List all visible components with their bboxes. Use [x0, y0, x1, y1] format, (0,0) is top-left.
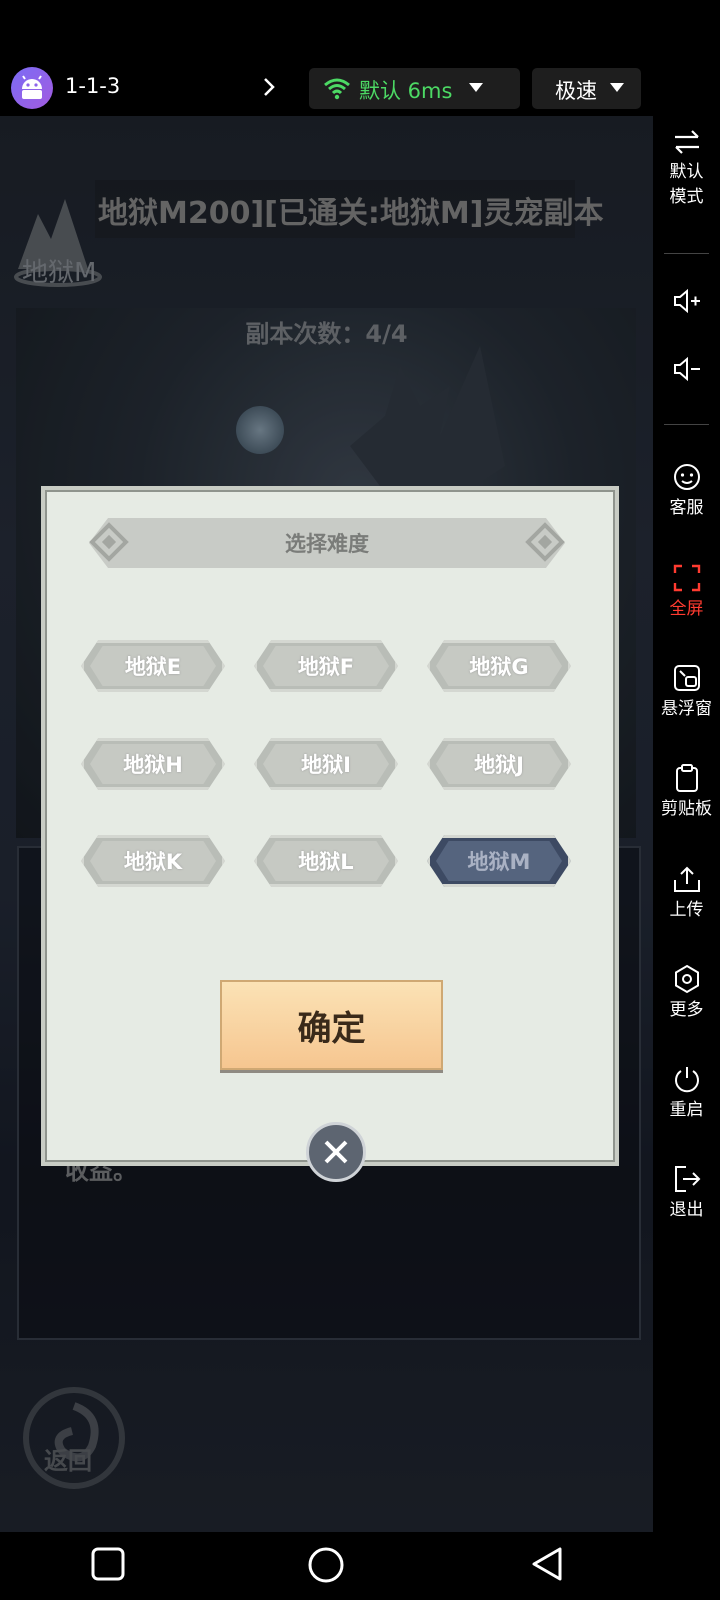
sidebar-item-float-window[interactable]: 悬浮窗: [653, 663, 720, 722]
close-icon: [324, 1140, 348, 1164]
modal-title: 选择难度: [285, 532, 369, 556]
upload-icon: [673, 866, 700, 892]
top-status-bar: 1-1-3 默认 6ms 极速: [0, 0, 720, 116]
sidebar-item-volume-down[interactable]: [653, 356, 720, 386]
float-window-icon: [673, 665, 700, 691]
difficulty-button-e[interactable]: 地狱E: [81, 640, 225, 692]
difficulty-button-i[interactable]: 地狱I: [254, 738, 398, 790]
sidebar-item-volume-up[interactable]: [653, 288, 720, 318]
network-selector[interactable]: 默认 6ms: [309, 68, 520, 109]
chevron-right-icon[interactable]: [262, 76, 276, 98]
caret-down-icon: [610, 83, 624, 92]
network-label: 默认 6ms: [359, 79, 453, 103]
wifi-icon: [324, 78, 350, 100]
sidebar-item-upload[interactable]: 上传: [653, 864, 720, 923]
swap-icon: [674, 130, 699, 154]
close-modal-button[interactable]: [306, 1122, 366, 1182]
difficulty-modal: 选择难度 地狱E 地狱F 地狱G 地狱H 地狱I 地狱J 地狱K 地狱L 地狱M…: [41, 486, 619, 1166]
sidebar-item-restart[interactable]: 重启: [653, 1064, 720, 1123]
fullscreen-icon: [673, 564, 700, 592]
more-icon: [674, 964, 699, 994]
sidebar-item-label: 剪贴板: [661, 799, 712, 819]
power-icon: [674, 1067, 699, 1093]
system-nav-bar: [0, 1532, 720, 1600]
sidebar-item-label: 默认 模式: [669, 162, 704, 207]
sidebar-item-fullscreen[interactable]: 全屏: [653, 563, 720, 622]
volume-up-icon: [673, 288, 700, 314]
home-icon[interactable]: [307, 1546, 345, 1584]
device-id-label[interactable]: 1-1-3: [65, 74, 120, 98]
confirm-button[interactable]: 确定: [220, 980, 443, 1070]
difficulty-button-h[interactable]: 地狱H: [81, 738, 225, 790]
android-avatar-icon[interactable]: [11, 67, 53, 109]
speed-selector[interactable]: 极速: [532, 68, 641, 109]
sidebar-item-label: 客服: [669, 498, 704, 518]
support-icon: [673, 464, 700, 490]
difficulty-button-l[interactable]: 地狱L: [254, 835, 398, 887]
sidebar-item-label: 悬浮窗: [661, 699, 712, 719]
sidebar-item-mode[interactable]: 默认 模式: [653, 128, 720, 210]
caret-down-icon: [469, 83, 483, 92]
sidebar-item-label: 全屏: [669, 599, 704, 619]
divider: [664, 253, 709, 254]
sidebar-item-clipboard[interactable]: 剪贴板: [653, 763, 720, 822]
recents-icon[interactable]: [90, 1546, 126, 1582]
speed-label: 极速: [555, 79, 597, 103]
difficulty-button-j[interactable]: 地狱J: [427, 738, 571, 790]
difficulty-button-f[interactable]: 地狱F: [254, 640, 398, 692]
back-icon[interactable]: [530, 1546, 564, 1582]
sidebar-item-label: 重启: [669, 1100, 704, 1120]
sidebar-item-label: 上传: [669, 900, 704, 920]
clipboard-icon: [675, 764, 698, 792]
divider: [664, 424, 709, 425]
sidebar-item-more[interactable]: 更多: [653, 964, 720, 1023]
control-sidebar: 默认 模式 客服 全屏 悬浮窗 剪贴板 上传 更多 重启 退出: [653, 116, 720, 1532]
exit-icon: [674, 1166, 700, 1192]
difficulty-button-k[interactable]: 地狱K: [81, 835, 225, 887]
difficulty-button-g[interactable]: 地狱G: [427, 640, 571, 692]
sidebar-item-exit[interactable]: 退出: [653, 1164, 720, 1223]
game-screen[interactable]: 地狱M 地狱M200][已通关:地狱M]灵宠副本 副本次数：4/4 收益。 返回…: [0, 116, 653, 1532]
difficulty-button-m[interactable]: 地狱M: [427, 835, 571, 887]
volume-down-icon: [673, 356, 700, 382]
sidebar-item-support[interactable]: 客服: [653, 462, 720, 521]
sidebar-item-label: 退出: [669, 1200, 704, 1220]
sidebar-item-label: 更多: [669, 1000, 704, 1020]
